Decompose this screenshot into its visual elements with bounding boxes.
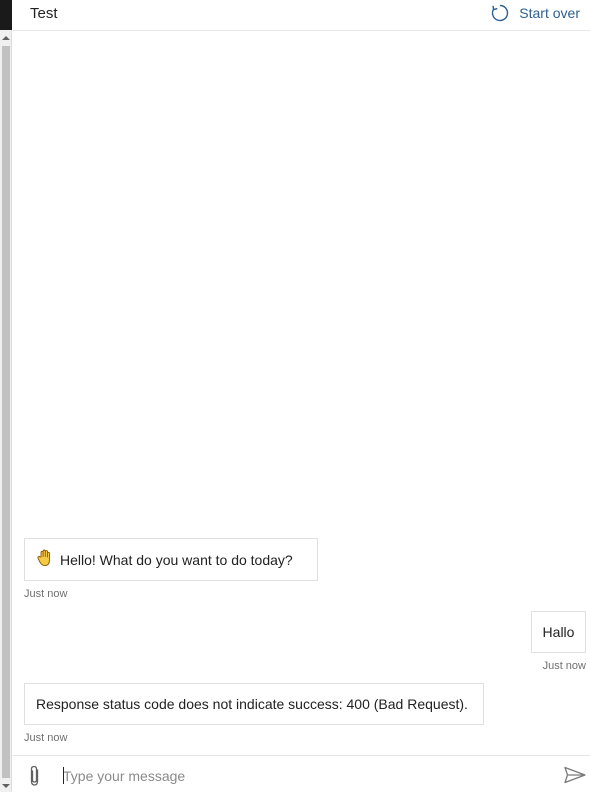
scrollbar-top-cap <box>0 0 12 30</box>
composer <box>13 755 590 792</box>
scroll-up-icon[interactable] <box>0 32 12 44</box>
scrollbar[interactable] <box>0 0 12 792</box>
chat-panel: Test Start over Hello! What do you want … <box>13 0 590 792</box>
message-timestamp: Just now <box>542 660 586 672</box>
bot-message: Hello! What do you want to do today? <box>24 538 318 581</box>
user-message: Hallo <box>531 611 586 653</box>
message-text: Response status code does not indicate s… <box>36 696 468 712</box>
message-timestamp: Just now <box>24 588 68 600</box>
text-caret <box>63 767 64 784</box>
bot-message: Response status code does not indicate s… <box>24 683 484 725</box>
message-text: Hallo <box>542 624 575 640</box>
chat-window: Test Start over Hello! What do you want … <box>0 0 590 792</box>
chat-header: Test Start over <box>13 0 590 31</box>
send-icon[interactable] <box>564 766 586 784</box>
paperclip-icon[interactable] <box>25 764 45 788</box>
start-over-label: Start over <box>519 5 580 21</box>
message-text: Hello! What do you want to do today? <box>60 551 293 568</box>
chat-title: Test <box>30 5 58 22</box>
wave-hand-icon <box>37 549 54 570</box>
message-input[interactable] <box>63 765 543 787</box>
scroll-down-icon[interactable] <box>0 780 12 792</box>
message-timestamp: Just now <box>24 732 68 744</box>
refresh-icon <box>490 3 510 23</box>
start-over-button[interactable]: Start over <box>490 3 580 23</box>
scrollbar-thumb[interactable] <box>2 46 10 778</box>
